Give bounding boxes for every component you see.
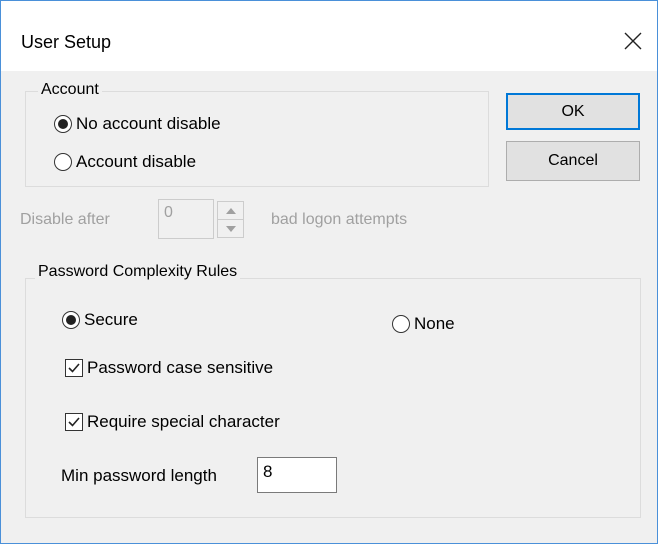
account-groupbox [25, 91, 489, 187]
lockout-attempts-spinner[interactable] [217, 201, 244, 238]
account-group-title: Account [38, 81, 102, 99]
checkmark-icon [68, 417, 80, 427]
cancel-button-label: Cancel [548, 152, 598, 169]
radio-none[interactable]: None [392, 314, 455, 334]
password-group-title: Password Complexity Rules [35, 263, 241, 281]
user-setup-dialog: User Setup Account No account disable Ac… [0, 0, 658, 544]
spin-up-button[interactable] [218, 202, 243, 220]
disable-after-label: Disable after [20, 211, 110, 228]
bad-logon-attempts-label: bad logon attempts [271, 211, 408, 228]
lockout-attempts-input[interactable]: 0 [158, 199, 214, 239]
window-title: User Setup [21, 32, 112, 52]
radio-label: No account disable [76, 114, 221, 133]
spin-down-button[interactable] [218, 220, 243, 237]
radio-circle [54, 153, 72, 171]
checkbox-label: Password case sensitive [87, 358, 274, 377]
ok-button-label: OK [561, 102, 585, 120]
radio-label: None [414, 314, 455, 333]
radio-secure[interactable]: Secure [62, 310, 138, 330]
min-password-length-label: Min password length [61, 466, 217, 485]
radio-label: Secure [84, 310, 138, 329]
radio-dot [66, 315, 76, 325]
checkmark-icon [68, 363, 80, 373]
radio-account-disable[interactable]: Account disable [54, 152, 196, 172]
close-button[interactable] [617, 25, 649, 57]
close-icon [624, 32, 642, 50]
chevron-up-icon [225, 207, 236, 214]
cancel-button[interactable]: Cancel [506, 141, 640, 181]
radio-circle [62, 311, 80, 329]
min-password-length-input[interactable]: 8 [257, 457, 337, 493]
radio-circle [54, 115, 72, 133]
radio-no-account-disable[interactable]: No account disable [54, 114, 221, 134]
radio-dot [58, 119, 68, 129]
radio-circle [392, 315, 410, 333]
checkbox-box [65, 359, 83, 377]
checkbox-box [65, 413, 83, 431]
radio-label: Account disable [76, 152, 197, 171]
checkbox-label: Require special character [87, 412, 280, 431]
ok-button[interactable]: OK [506, 93, 640, 130]
chevron-down-icon [225, 225, 236, 232]
checkbox-case-sensitive[interactable]: Password case sensitive [65, 358, 273, 378]
title-bar: User Setup [1, 1, 657, 71]
checkbox-require-special[interactable]: Require special character [65, 412, 280, 432]
